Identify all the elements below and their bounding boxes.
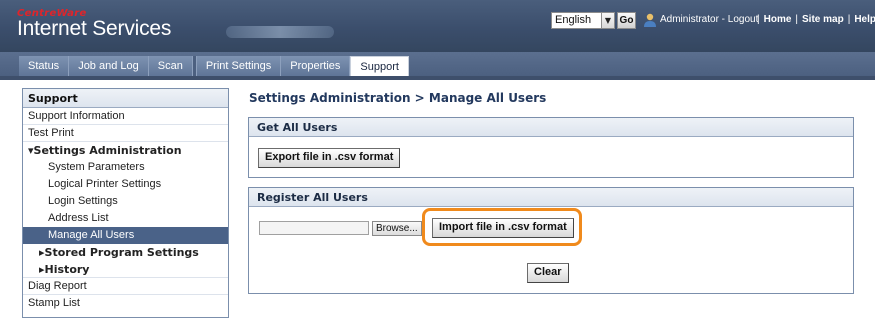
tab-print-settings[interactable]: Print Settings	[196, 56, 282, 76]
tab-scan[interactable]: Scan	[148, 56, 193, 76]
sidebar-item-label: Settings Administration	[33, 144, 182, 157]
tab-status[interactable]: Status	[19, 56, 70, 76]
sidebar-title: Support	[23, 89, 228, 108]
export-csv-button[interactable]: Export file in .csv format	[258, 148, 401, 168]
sidebar-item-test-print[interactable]: Test Print	[23, 125, 228, 142]
top-links: |Home|Site map|Help...	[753, 14, 875, 25]
panel-title: Register All Users	[249, 188, 853, 207]
home-link[interactable]: Home	[764, 14, 792, 25]
file-path-input[interactable]	[259, 221, 369, 235]
device-model-blur	[226, 26, 334, 38]
site-map-link[interactable]: Site map	[802, 14, 844, 25]
user-logout-link[interactable]: Administrator - Logout	[660, 14, 758, 25]
brand-title: Internet Services	[17, 17, 172, 40]
highlight-callout	[422, 208, 582, 246]
sidebar-item-stored-program-settings[interactable]: ▸Stored Program Settings	[23, 244, 228, 261]
sidebar-item-history[interactable]: ▸History	[23, 261, 228, 278]
sidebar-item-settings-administration[interactable]: ▾Settings Administration	[23, 142, 228, 159]
user-icon	[644, 13, 656, 27]
sidebar-item-label: Stored Program Settings	[44, 246, 199, 259]
sidebar-item-diag-report[interactable]: Diag Report	[23, 278, 228, 295]
tab-properties[interactable]: Properties	[281, 56, 351, 76]
sidebar-item-support-information[interactable]: Support Information	[23, 108, 228, 125]
tab-job-and-log[interactable]: Job and Log	[69, 56, 149, 76]
header-strip	[0, 76, 875, 80]
sidebar-item-stamp-list[interactable]: Stamp List	[23, 295, 228, 312]
sidebar: Support Support Information Test Print ▾…	[22, 88, 229, 318]
sidebar-item-label: History	[44, 263, 90, 276]
tab-support[interactable]: Support	[350, 56, 409, 77]
sidebar-item-address-list[interactable]: Address List	[23, 210, 228, 227]
app-header: CentreWare Internet Services English ▼ G…	[0, 0, 875, 52]
main-tabs: Status Job and Log Scan Print Settings P…	[19, 56, 409, 77]
browse-button[interactable]: Browse...	[372, 221, 422, 236]
brand-logo: CentreWare Internet Services	[17, 8, 171, 41]
sidebar-item-system-parameters[interactable]: System Parameters	[23, 159, 228, 176]
help-link[interactable]: Help...	[854, 14, 875, 25]
sidebar-item-manage-all-users[interactable]: Manage All Users	[23, 227, 228, 244]
panel-title: Get All Users	[249, 118, 853, 137]
language-select[interactable]: English	[551, 12, 602, 29]
sidebar-item-login-settings[interactable]: Login Settings	[23, 193, 228, 210]
chevron-down-icon[interactable]: ▼	[601, 12, 615, 29]
clear-button[interactable]: Clear	[527, 263, 569, 283]
page-title: Settings Administration > Manage All Use…	[249, 91, 547, 105]
sidebar-item-logical-printer-settings[interactable]: Logical Printer Settings	[23, 176, 228, 193]
go-button[interactable]: Go	[617, 12, 636, 29]
